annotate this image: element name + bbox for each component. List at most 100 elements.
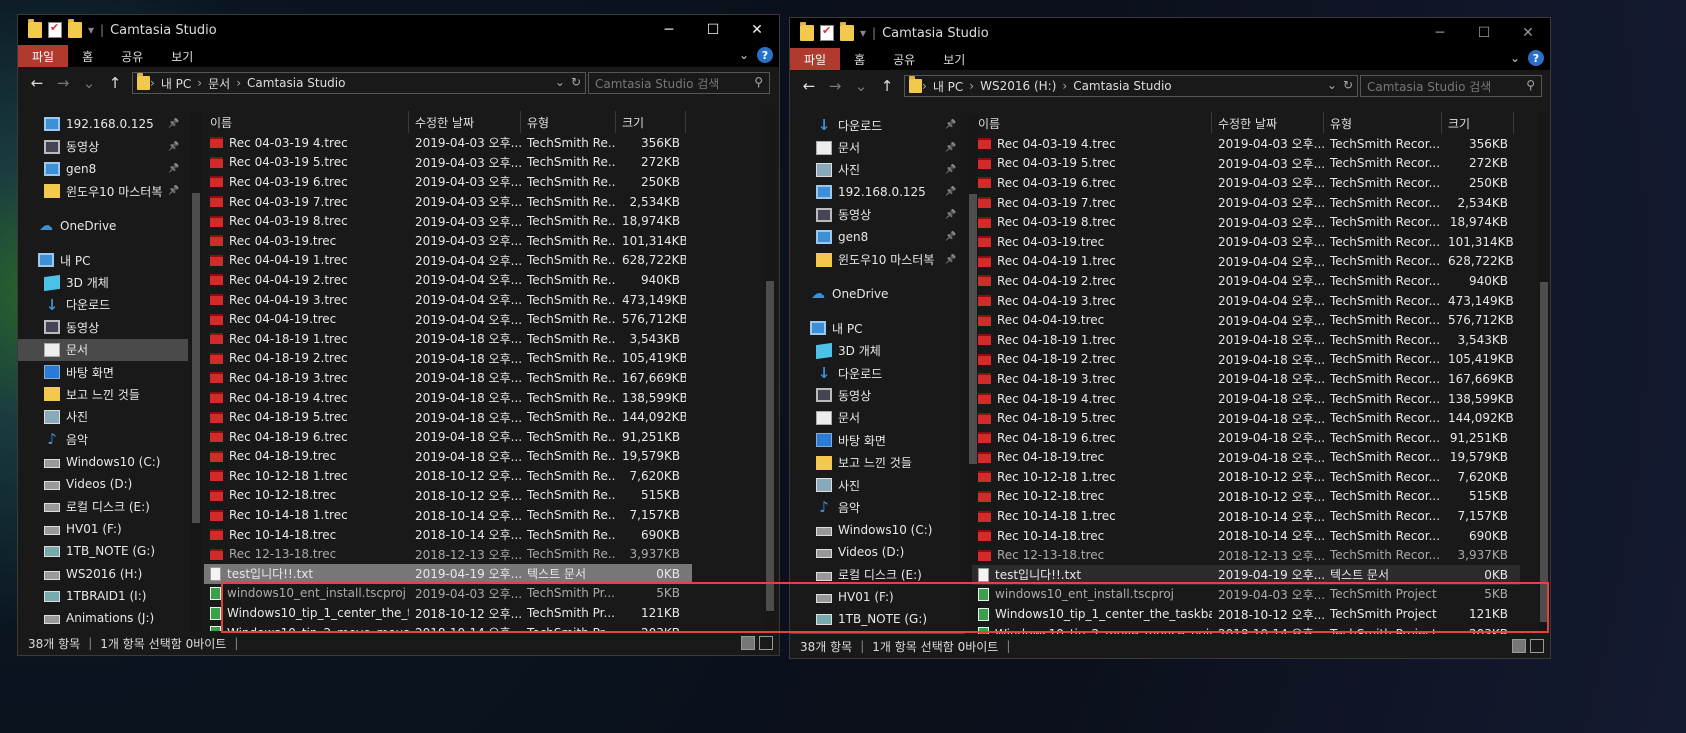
- path-box[interactable]: › 내 PC › 문서 › Camtasia Studio ⌄ ↻: [132, 72, 586, 94]
- file-row[interactable]: windows10_ent_install.tscproj 2019-04-03 …: [204, 584, 692, 604]
- search-input[interactable]: Camtasia Studio 검색 ⚲: [588, 72, 770, 94]
- file-row[interactable]: Rec 04-18-19.trec 2019-04-18 오후... TechSmi…: [204, 447, 692, 467]
- forward-button[interactable]: →: [52, 74, 74, 92]
- column-header[interactable]: 크기: [616, 111, 686, 133]
- ribbon-tab-2[interactable]: 공유: [879, 48, 929, 70]
- nav-item[interactable]: 사진: [18, 406, 188, 428]
- nav-item[interactable]: 문서: [18, 338, 188, 361]
- nav-item[interactable]: ↓ 다운로드: [790, 362, 965, 384]
- pin-icon[interactable]: 📌: [168, 142, 179, 152]
- path-dropdown-icon[interactable]: ⌄: [555, 75, 565, 89]
- pin-icon[interactable]: 📌: [945, 187, 956, 197]
- file-row[interactable]: Rec 10-12-18 1.trec 2018-10-12 오후... TechS…: [972, 467, 1520, 487]
- customize-dropdown-icon[interactable]: ▾: [88, 23, 94, 37]
- pin-icon[interactable]: 📌: [945, 143, 956, 153]
- nav-item[interactable]: 동영상: [18, 316, 188, 338]
- nav-scroll-thumb[interactable]: [192, 193, 200, 523]
- nav-item[interactable]: WS2016 (H:): [18, 562, 188, 584]
- nav-item[interactable]: ♪ 음악: [790, 496, 965, 518]
- customize-dropdown-icon[interactable]: ▾: [860, 26, 866, 40]
- up-button[interactable]: ↑: [104, 74, 126, 92]
- maximize-button[interactable]: ☐: [691, 15, 735, 45]
- breadcrumb-item[interactable]: Camtasia Studio: [1073, 79, 1171, 93]
- nav-item[interactable]: 동영상: [790, 384, 965, 406]
- file-row[interactable]: Rec 04-03-19 8.trec 2019-04-03 오후... TechS…: [204, 211, 692, 231]
- file-row[interactable]: Rec 04-03-19 6.trec 2019-04-03 오후... TechS…: [972, 173, 1520, 193]
- nav-item[interactable]: HV01 (F:): [18, 518, 188, 540]
- column-header[interactable]: 유형: [1324, 112, 1442, 134]
- refresh-icon[interactable]: ↻: [1343, 78, 1353, 92]
- nav-scrollbar[interactable]: [190, 113, 202, 633]
- nav-item[interactable]: 1TB_NOTE (G:): [790, 608, 965, 630]
- expand-ribbon-icon[interactable]: ⌄: [1510, 51, 1520, 65]
- file-row[interactable]: windows10_ent_install.tscproj 2019-04-03 …: [972, 585, 1520, 605]
- file-row[interactable]: Rec 10-14-18.trec 2018-10-14 오후... TechSmi…: [204, 525, 692, 545]
- properties-icon[interactable]: [48, 21, 62, 38]
- nav-item[interactable]: 192.168.0.125 📌: [18, 113, 188, 135]
- nav-item[interactable]: 바탕 화면: [790, 429, 965, 451]
- forward-button[interactable]: →: [824, 77, 846, 95]
- pin-icon[interactable]: 📌: [168, 119, 179, 129]
- nav-item[interactable]: Windows10 (C:): [18, 450, 188, 472]
- help-icon[interactable]: ?: [757, 47, 773, 63]
- file-row[interactable]: Rec 10-12-18 1.trec 2018-10-12 오후... TechS…: [204, 466, 692, 486]
- file-row[interactable]: Rec 10-12-18.trec 2018-10-12 오후... TechSmi…: [972, 487, 1520, 507]
- file-row[interactable]: Rec 04-18-19 2.trec 2019-04-18 오후... TechS…: [972, 350, 1520, 370]
- file-row[interactable]: Rec 04-18-19 6.trec 2019-04-18 오후... TechS…: [972, 428, 1520, 448]
- properties-icon[interactable]: [820, 24, 834, 41]
- path-box[interactable]: › 내 PC › WS2016 (H:) › Camtasia Studio ⌄ ↻: [904, 75, 1358, 97]
- ribbon-tab-0[interactable]: 파일: [18, 45, 69, 67]
- breadcrumb-item[interactable]: Camtasia Studio: [247, 76, 345, 90]
- file-row[interactable]: Rec 04-18-19 4.trec 2019-04-18 오후... TechS…: [972, 389, 1520, 409]
- breadcrumb-chevron-icon[interactable]: ›: [236, 76, 241, 90]
- search-icon[interactable]: ⚲: [1526, 78, 1535, 92]
- file-row[interactable]: Rec 04-04-19 2.trec 2019-04-04 오후... TechS…: [972, 271, 1520, 291]
- path-dropdown-icon[interactable]: ⌄: [1327, 78, 1337, 92]
- breadcrumb-chevron-icon[interactable]: ›: [150, 76, 155, 90]
- file-row[interactable]: Rec 04-03-19.trec 2019-04-03 오후... TechSmi…: [972, 232, 1520, 252]
- details-view-icon[interactable]: [1512, 639, 1526, 653]
- file-row[interactable]: Rec 04-18-19 2.trec 2019-04-18 오후... TechS…: [204, 349, 692, 369]
- nav-item[interactable]: 문서: [790, 407, 965, 429]
- file-row[interactable]: Rec 04-03-19 4.trec 2019-04-03 오후... TechS…: [204, 133, 692, 153]
- ribbon-tab-3[interactable]: 보기: [157, 45, 207, 67]
- nav-item[interactable]: 사진: [790, 474, 965, 496]
- nav-item[interactable]: 윈도우10 마스터복 📌: [790, 248, 965, 270]
- nav-item[interactable]: ☁ OneDrive: [18, 215, 188, 237]
- minimize-button[interactable]: ─: [1418, 18, 1462, 48]
- minimize-button[interactable]: ─: [647, 15, 691, 45]
- file-row[interactable]: Rec 04-03-19 5.trec 2019-04-03 오후... TechS…: [204, 153, 692, 173]
- title-bar[interactable]: ▾|Camtasia Studio─☐✕: [790, 18, 1550, 48]
- pin-icon[interactable]: 📌: [168, 186, 179, 196]
- file-scrollbar[interactable]: [764, 111, 776, 633]
- nav-item[interactable]: 로컬 디스크 (E:): [790, 563, 965, 585]
- nav-item[interactable]: 바탕 화면: [18, 361, 188, 383]
- breadcrumb-item[interactable]: 문서: [208, 75, 230, 92]
- recent-dropdown-icon[interactable]: ⌄: [850, 77, 872, 95]
- file-row[interactable]: Rec 04-03-19 7.trec 2019-04-03 오후... TechS…: [204, 192, 692, 212]
- pin-icon[interactable]: 📌: [945, 210, 956, 220]
- recent-dropdown-icon[interactable]: ⌄: [78, 74, 100, 92]
- pin-icon[interactable]: 📌: [945, 165, 956, 175]
- new-folder-icon[interactable]: [68, 19, 82, 38]
- pin-icon[interactable]: 📌: [945, 120, 956, 130]
- pin-icon[interactable]: 📌: [168, 164, 179, 174]
- file-row[interactable]: Rec 04-18-19 1.trec 2019-04-18 오후... TechS…: [972, 330, 1520, 350]
- nav-item[interactable]: 1TB_NOTE (G:): [18, 540, 188, 562]
- file-row[interactable]: Rec 10-14-18 1.trec 2018-10-14 오후... TechS…: [972, 506, 1520, 526]
- nav-item[interactable]: 보고 느낀 것들: [18, 383, 188, 405]
- nav-item[interactable]: ☁ OneDrive: [790, 283, 965, 305]
- file-row[interactable]: Rec 04-18-19 5.trec 2019-04-18 오후... TechS…: [972, 408, 1520, 428]
- nav-item[interactable]: Videos (D:): [790, 541, 965, 563]
- file-row[interactable]: Rec 04-03-19 6.trec 2019-04-03 오후... TechS…: [204, 172, 692, 192]
- file-row[interactable]: Rec 04-04-19 3.trec 2019-04-04 오후... TechS…: [204, 290, 692, 310]
- refresh-icon[interactable]: ↻: [571, 75, 581, 89]
- back-button[interactable]: ←: [26, 74, 48, 92]
- search-icon[interactable]: ⚲: [754, 75, 763, 89]
- close-button[interactable]: ✕: [735, 15, 779, 45]
- file-row[interactable]: Rec 04-03-19.trec 2019-04-03 오후... TechSmi…: [204, 231, 692, 251]
- pin-icon[interactable]: 📌: [945, 232, 956, 242]
- nav-item[interactable]: 1TBRAID1 (I:): [18, 585, 188, 607]
- file-row[interactable]: Rec 12-13-18.trec 2018-12-13 오후... TechSmi…: [972, 545, 1520, 565]
- nav-item[interactable]: 보고 느낀 것들: [790, 451, 965, 473]
